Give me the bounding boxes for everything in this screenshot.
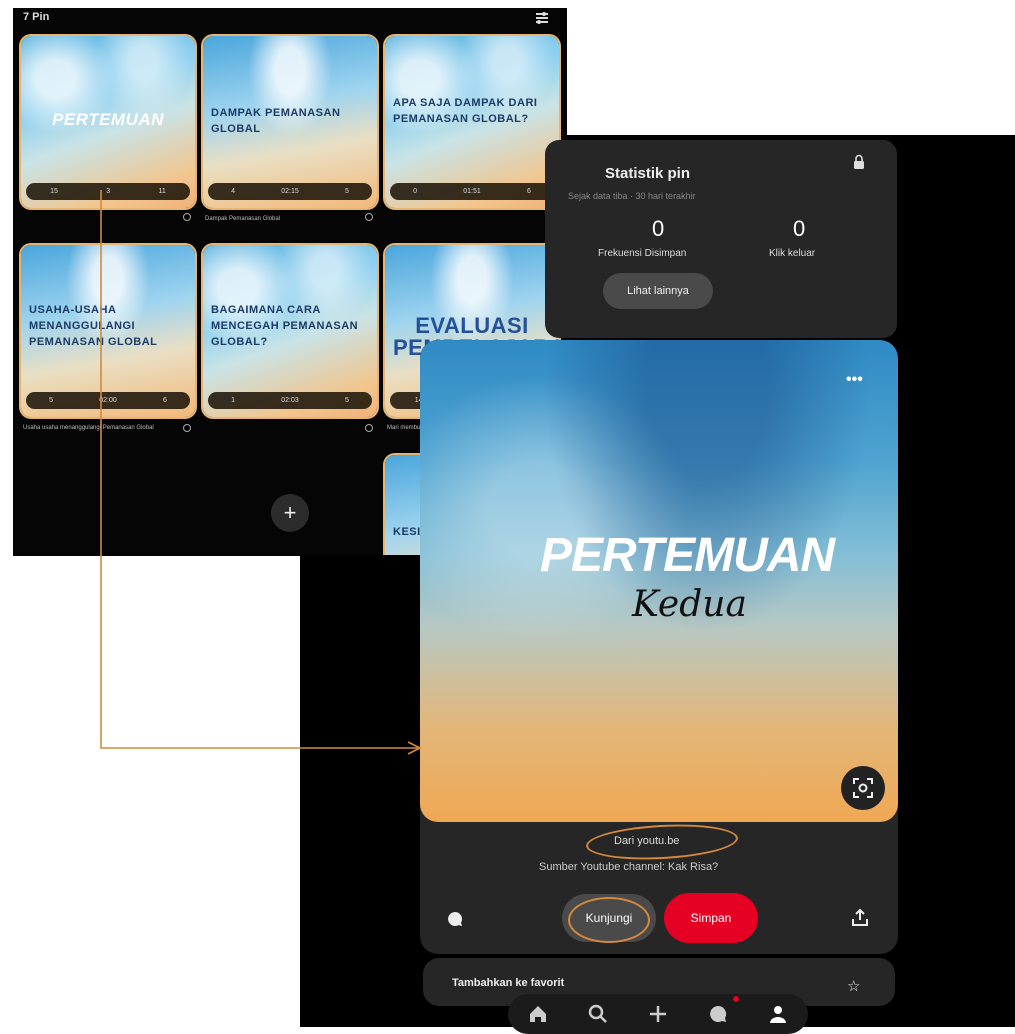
- more-options-icon[interactable]: [183, 424, 191, 432]
- pin-card[interactable]: APA SAJA DAMPAK DARI PEMANASAN GLOBAL? 0…: [385, 36, 559, 208]
- bottom-nav: [508, 994, 808, 1034]
- pin-stats: 15 3 11: [26, 183, 190, 200]
- more-options-icon[interactable]: [365, 213, 373, 221]
- lens-icon: [853, 778, 873, 798]
- save-button[interactable]: Simpan: [664, 893, 758, 943]
- pin-title: APA SAJA DAMPAK DARI PEMANASAN GLOBAL?: [393, 97, 538, 125]
- star-icon[interactable]: ☆: [847, 977, 860, 995]
- search-icon[interactable]: [587, 1003, 609, 1025]
- saves-label: Frekuensi Disimpan: [598, 248, 687, 259]
- pin-card[interactable]: PERTEMUAN 15 3 11: [21, 36, 195, 208]
- pin-stat: 02:00: [99, 397, 117, 404]
- pin-stat: 5: [344, 188, 349, 195]
- pin-description: Sumber Youtube channel: Kak Risa?: [539, 861, 719, 873]
- source-link[interactable]: Dari youtu.be: [614, 835, 679, 847]
- lock-icon: [854, 154, 864, 169]
- pin-title: USAHA-USAHA MENANGGULANGI PEMANASAN GLOB…: [29, 304, 158, 348]
- pin-stat: 02:03: [281, 397, 299, 404]
- annotation-circle: [568, 897, 650, 943]
- pin-stat: 0: [413, 188, 418, 195]
- pin-stat: 5: [344, 397, 349, 404]
- pin-title: BAGAIMANA CARA MENCEGAH PEMANASAN GLOBAL…: [211, 304, 359, 348]
- pin-stats-card: [545, 140, 897, 338]
- pin-stats: 5 02:00 6: [26, 392, 190, 409]
- pin-card[interactable]: DAMPAK PEMANASAN GLOBAL 4 02:15 5: [203, 36, 377, 208]
- pin-stats: 1 02:03 5: [208, 392, 372, 409]
- outbound-clicks-label: Klik keluar: [769, 248, 816, 259]
- filter-icon[interactable]: [535, 11, 549, 25]
- profile-icon[interactable]: [767, 1003, 789, 1025]
- comment-icon[interactable]: [446, 910, 464, 928]
- pin-image-title: PERTEMUAN: [540, 529, 835, 582]
- pin-image-subtitle: Kedua: [632, 584, 747, 625]
- outbound-clicks-value: 0: [793, 216, 806, 241]
- pin-stat: 1: [231, 397, 236, 404]
- more-icon[interactable]: •••: [846, 371, 863, 389]
- pin-stat: 3: [106, 188, 111, 195]
- more-options-icon[interactable]: [365, 424, 373, 432]
- pin-stat: 11: [158, 188, 166, 195]
- pin-card[interactable]: USAHA-USAHA MENANGGULANGI PEMANASAN GLOB…: [21, 245, 195, 417]
- pin-stat: 15: [50, 188, 58, 195]
- notification-dot: [733, 996, 739, 1002]
- home-icon[interactable]: [527, 1003, 549, 1025]
- stats-title: Statistik pin: [605, 165, 691, 182]
- saves-value: 0: [652, 216, 665, 241]
- pin-stat: 6: [162, 397, 167, 404]
- pin-title: DAMPAK PEMANASAN GLOBAL: [211, 107, 341, 135]
- pin-stats: 4 02:15 5: [208, 183, 372, 200]
- pin-count: 7 Pin: [23, 11, 50, 23]
- add-pin-button[interactable]: +: [271, 494, 309, 532]
- pin-caption: Usaha usaha menanggulangi Pemanasan Glob…: [23, 425, 154, 431]
- plus-icon: +: [283, 500, 297, 525]
- pin-stat: 6: [526, 188, 531, 195]
- share-icon[interactable]: [852, 908, 868, 926]
- plus-icon[interactable]: [647, 1003, 669, 1025]
- more-options-icon[interactable]: [183, 213, 191, 221]
- visual-search-button[interactable]: [841, 766, 885, 810]
- pin-caption: Dampak Pemanasan Global: [205, 216, 281, 222]
- board-label: Tambahkan ke favorit: [452, 977, 565, 989]
- stats-subtitle: Sejak data tiba · 30 hari terakhir: [568, 191, 696, 201]
- pin-stats: 0 01:51 6: [390, 183, 554, 200]
- pin-card[interactable]: BAGAIMANA CARA MENCEGAH PEMANASAN GLOBAL…: [203, 245, 377, 417]
- pin-stat: 01:51: [463, 188, 481, 195]
- pin-title: PERTEMUAN: [52, 110, 164, 129]
- pin-stat: 4: [231, 188, 236, 195]
- see-more-button[interactable]: Lihat lainnya: [603, 273, 713, 309]
- pin-stat: 5: [49, 397, 54, 404]
- pin-stat: 02:15: [281, 188, 299, 195]
- messages-icon[interactable]: [707, 1003, 729, 1025]
